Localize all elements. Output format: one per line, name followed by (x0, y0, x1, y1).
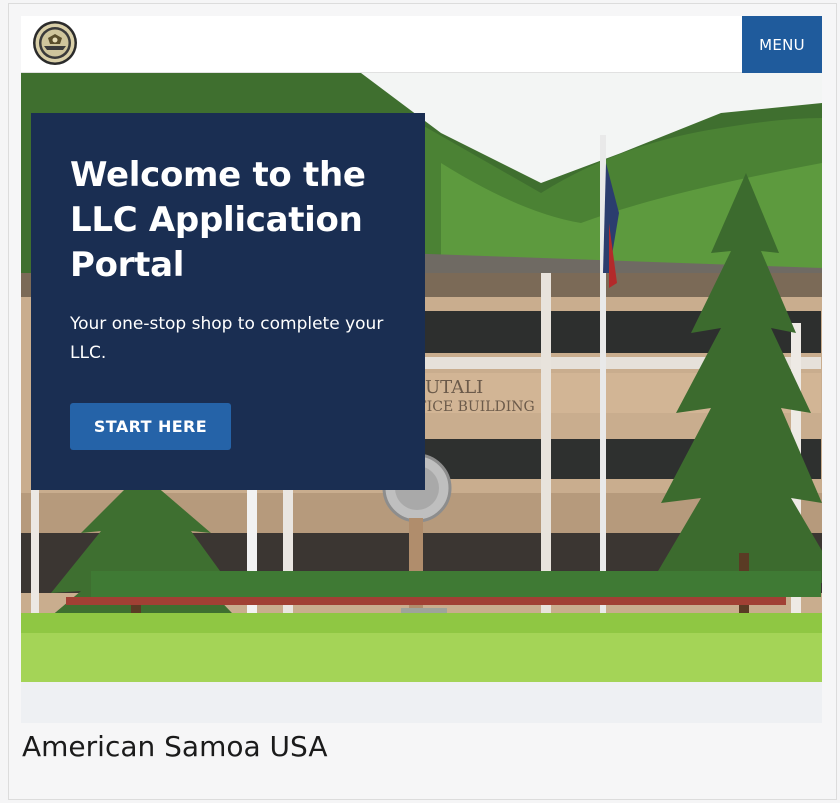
hero-panel: Welcome to the LLC Application Portal Yo… (31, 113, 425, 490)
building-sign-line1: UTALI (425, 377, 483, 398)
menu-button[interactable]: MENU (742, 16, 822, 73)
building-sign-line2: FICE BUILDING (417, 399, 535, 415)
seal-icon[interactable] (32, 20, 78, 66)
footer-title: American Samoa USA (22, 730, 328, 763)
hero-subtitle: Your one-stop shop to complete your LLC. (70, 314, 384, 363)
hero-bottom-strip (21, 682, 822, 723)
hero-title: Welcome to the LLC Application Portal (70, 155, 366, 285)
start-here-button[interactable]: START HERE (70, 403, 231, 450)
site-header: MENU (21, 16, 822, 73)
